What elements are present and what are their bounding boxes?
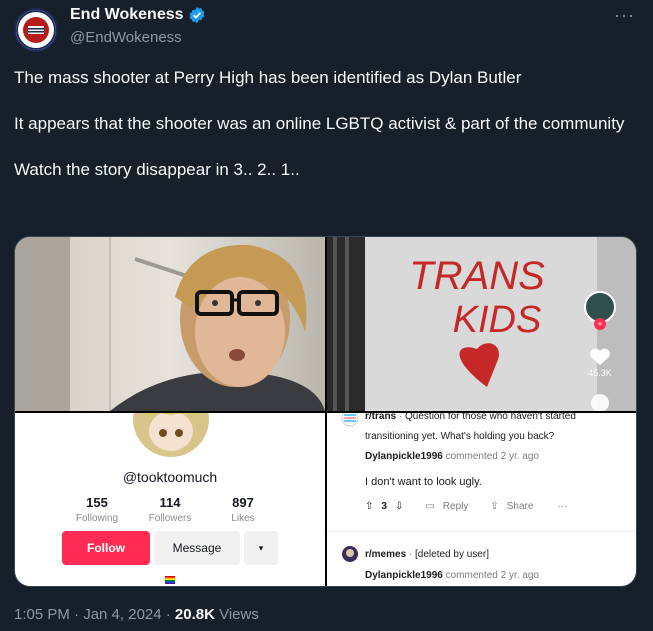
graffiti-text-line1: TRANS (409, 254, 545, 298)
comment-user[interactable]: Dylanpickle1996 (365, 570, 443, 581)
stat-value: 897 (232, 495, 254, 510)
more-horizontal-icon[interactable]: ··· (614, 5, 635, 26)
selfie-photo (15, 237, 325, 411)
comment-user[interactable]: Dylanpickle1996 (365, 451, 443, 462)
stat-label: Likes (231, 513, 255, 524)
tweet-text: The mass shooter at Perry High has been … (14, 66, 634, 181)
stat-label: Followers (148, 513, 192, 524)
media-image-graffiti[interactable]: TRANS KIDS + 45.3K (327, 237, 636, 411)
post-title[interactable]: Question for those who haven't started (405, 413, 576, 422)
profile-avatar (133, 413, 209, 457)
stat-followers[interactable]: 114 Followers (135, 495, 205, 524)
media-image-reddit-comments[interactable]: r/trans · Question for those who haven't… (327, 413, 636, 586)
comment-actions: ⇧ 3 ⇩ ▭ Reply ⇪ Share ··· (365, 501, 567, 512)
post-title-line2[interactable]: transitioning yet. What's holding you ba… (365, 431, 554, 442)
media-grid[interactable]: TRANS KIDS + 45.3K @tooktoomuch 155 Foll… (14, 236, 637, 587)
author-handle[interactable]: @EndWokeness (70, 29, 182, 46)
comment-time: commented 2 yr. ago (445, 570, 539, 581)
stat-likes[interactable]: 897 Likes (208, 495, 278, 524)
tiktok-likes-count: 45.3K (588, 368, 612, 378)
stat-label: Following (75, 513, 119, 524)
views-label: Views (214, 606, 259, 623)
tiktok-avatar[interactable] (584, 291, 616, 323)
chevron-down-icon[interactable]: ▾ (244, 531, 278, 565)
tweet-paragraph: It appears that the shooter was an onlin… (14, 114, 625, 133)
comment-meta: Dylanpickle1996 commented 2 yr. ago (365, 570, 539, 581)
subreddit-memes-icon (342, 546, 358, 562)
author-name-row[interactable]: End Wokeness (70, 6, 206, 24)
media-image-tiktok-profile[interactable]: @tooktoomuch 155 Following 114 Followers… (15, 413, 325, 586)
comment-meta: Dylanpickle1996 commented 2 yr. ago (365, 451, 539, 462)
post-title[interactable]: [deleted by user] (415, 549, 489, 560)
tweet-metadata: 1:05 PM · Jan 4, 2024 · 20.8K Views (14, 606, 259, 623)
media-image-selfie[interactable] (15, 237, 325, 411)
graffiti-photo: TRANS KIDS + 45.3K (327, 237, 636, 411)
share-icon[interactable]: ⇪ (490, 501, 498, 512)
avatar-logo (16, 10, 56, 50)
tweet-timestamp[interactable]: 1:05 PM · Jan 4, 2024 · (14, 606, 175, 623)
divider (327, 531, 636, 532)
subreddit-name[interactable]: r/memes (365, 549, 406, 560)
reply-button[interactable]: Reply (443, 501, 469, 512)
vote-count: 3 (381, 501, 387, 512)
comment-time: commented 2 yr. ago (445, 451, 539, 462)
post2-header: r/memes · [deleted by user] (365, 549, 489, 560)
follow-button[interactable]: Follow (62, 531, 150, 565)
tweet-paragraph: The mass shooter at Perry High has been … (14, 68, 522, 87)
tweet-paragraph: Watch the story disappear in 3.. 2.. 1.. (14, 160, 300, 179)
message-button[interactable]: Message (154, 531, 240, 565)
upvote-icon[interactable]: ⇧ (365, 501, 373, 512)
stat-value: 155 (86, 495, 108, 510)
comment-body: I don't want to look ugly. (365, 476, 482, 488)
tiktok-username: @tooktoomuch (122, 469, 218, 485)
author-name[interactable]: End Wokeness (70, 6, 184, 24)
subreddit-name[interactable]: r/trans (365, 413, 396, 422)
stat-value: 114 (159, 495, 181, 510)
svg-text:+: + (597, 319, 602, 329)
pride-flag-icon (165, 576, 175, 584)
reply-icon[interactable]: ▭ (425, 501, 434, 512)
graffiti-text-line2: KIDS (453, 299, 542, 341)
subreddit-trans-icon (341, 413, 359, 427)
more-options-icon[interactable]: ··· (557, 501, 567, 512)
verified-badge-icon (189, 6, 205, 24)
views-count: 20.8K (174, 606, 215, 623)
author-avatar[interactable] (14, 8, 58, 52)
downvote-icon[interactable]: ⇩ (395, 501, 403, 512)
stat-following[interactable]: 155 Following (62, 495, 132, 524)
post1-header: r/trans · Question for those who haven't… (365, 413, 576, 422)
share-button[interactable]: Share (507, 501, 534, 512)
